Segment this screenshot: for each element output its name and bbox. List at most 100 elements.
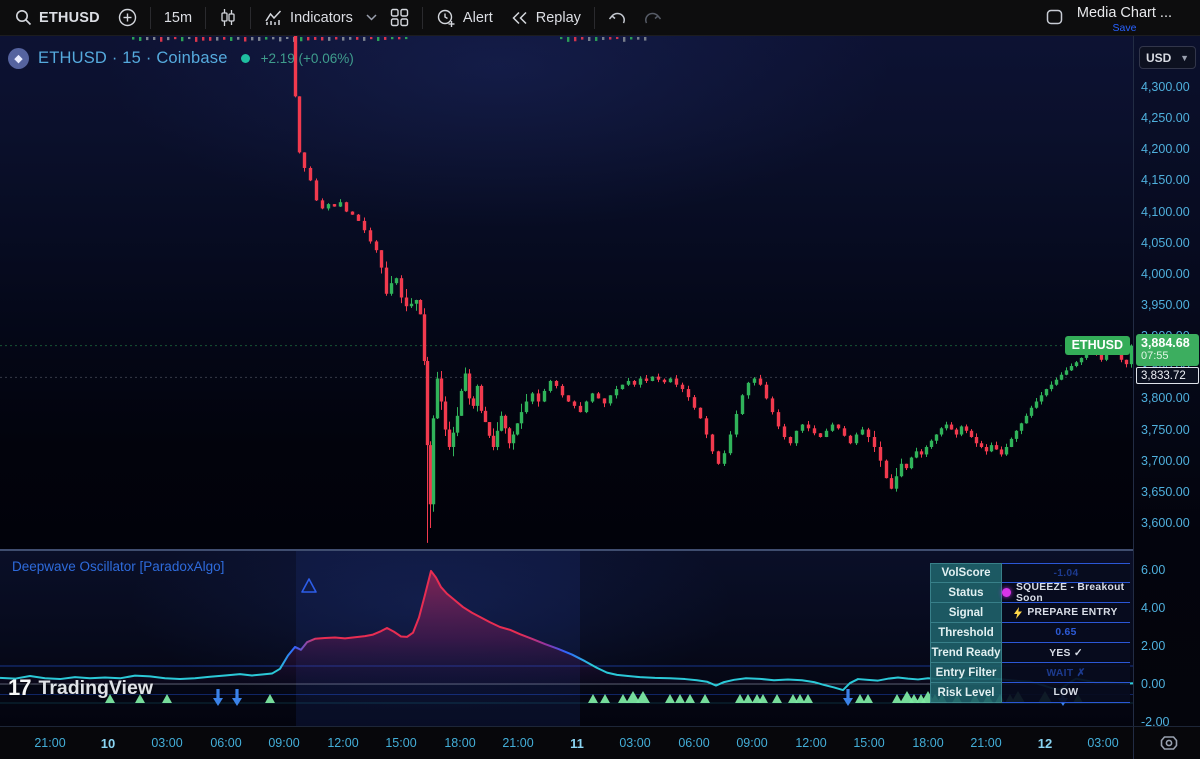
offscreen-candle-mark	[602, 37, 605, 41]
table-row-value: SQUEEZE - Breakout Soon	[1002, 582, 1130, 604]
offscreen-candle-mark	[258, 37, 261, 41]
oscillator-pane[interactable]: Deepwave Oscillator [ParadoxAlgo] VolSco…	[0, 551, 1133, 726]
oscillator-title[interactable]: Deepwave Oscillator [ParadoxAlgo]	[12, 559, 224, 574]
interval-button[interactable]: 15m	[155, 0, 201, 36]
candle-body	[989, 445, 994, 452]
alert-label: Alert	[462, 9, 493, 26]
candle-body	[848, 435, 853, 444]
candle-body	[491, 435, 496, 447]
bullish-triangle-marker	[162, 694, 172, 703]
bullish-triangle-marker	[600, 694, 610, 703]
candle-body	[632, 380, 637, 385]
toolbar-left-group: ETHUSD 15m Indicators Alert Replay	[0, 0, 671, 36]
axis-corner-divider	[1133, 727, 1134, 759]
candle-body	[515, 423, 520, 435]
candle-body	[451, 432, 456, 447]
chart-style-button[interactable]	[210, 0, 246, 36]
candle-body	[507, 428, 512, 444]
candle-body	[332, 204, 337, 207]
candle-body	[728, 434, 733, 454]
candle-body	[710, 434, 715, 452]
alert-button[interactable]: Alert	[427, 0, 502, 36]
candle-body	[362, 220, 367, 231]
indicators-button[interactable]: Indicators	[255, 0, 362, 36]
undo-button[interactable]	[599, 0, 635, 36]
candle-body	[698, 407, 703, 419]
compare-add-button[interactable]	[109, 0, 146, 36]
chart-legend[interactable]: ◆ ETHUSD · 15 · Coinbase +2.19 (+0.06%)	[8, 48, 354, 69]
layout-title-block: Media Chart ... Save	[1077, 5, 1172, 35]
candle-body	[1029, 407, 1034, 416]
replay-button[interactable]: Replay	[502, 0, 590, 36]
candle-body	[899, 463, 904, 477]
candle-body	[1069, 366, 1074, 371]
table-row: Status SQUEEZE - Breakout Soon	[930, 582, 1130, 604]
offscreen-candle-mark	[209, 37, 212, 41]
pane-resize-separator[interactable]	[0, 549, 1200, 551]
candle-body	[314, 180, 319, 201]
candle-body	[379, 250, 384, 268]
save-button[interactable]: Save	[1112, 22, 1136, 35]
table-row-label: Trend Ready	[930, 643, 1002, 663]
candle-body	[584, 401, 589, 413]
candle-body	[788, 437, 793, 444]
candle-body	[866, 429, 871, 438]
bullish-triangle-marker	[618, 694, 628, 703]
table-row-value-text: 0.65	[1055, 627, 1077, 638]
candle-body	[656, 376, 661, 380]
candle-body	[425, 361, 430, 446]
time-axis[interactable]: 21:00 10 03:00 06:00 09:00 12:00 15:00 18:00 21:…	[0, 726, 1200, 759]
offscreen-candle-mark	[160, 37, 163, 42]
candle-body	[414, 299, 419, 304]
redo-button[interactable]	[635, 0, 671, 36]
offscreen-candle-mark	[574, 37, 577, 42]
offscreen-candle-mark	[384, 37, 387, 40]
table-row-label: Risk Level	[930, 683, 1002, 703]
multichart-layout-button[interactable]	[381, 0, 418, 36]
main-chart-pane[interactable]: ◆ ETHUSD · 15 · Coinbase +2.19 (+0.06%) …	[0, 36, 1133, 550]
offscreen-candle-mark	[202, 37, 205, 41]
table-row-value-text: LOW	[1053, 687, 1079, 698]
offscreen-candle-mark	[370, 37, 373, 40]
table-row-value: WAIT ✗	[1002, 663, 1130, 683]
offscreen-candle-mark	[314, 37, 317, 40]
indicators-icon	[265, 9, 282, 25]
candle-body	[740, 395, 745, 414]
symbol-search-button[interactable]: ETHUSD	[6, 0, 109, 36]
candle-body	[836, 424, 841, 429]
time-label: 06:00	[210, 736, 242, 750]
candle-body	[1054, 379, 1059, 385]
layout-title[interactable]: Media Chart ...	[1077, 5, 1172, 22]
candle-body	[554, 380, 559, 386]
tradingview-app: ETHUSD 15m Indicators Alert Replay Media…	[0, 0, 1200, 759]
bullish-triangle-marker	[588, 694, 598, 703]
candle-body	[734, 413, 739, 435]
bearish-arrow-marker	[846, 689, 850, 698]
oscillator-tick-label: 6.00	[1141, 563, 1166, 577]
candle-body	[722, 453, 727, 464]
bullish-triangle-marker	[863, 694, 873, 703]
price-tick-label: 3,600.00	[1141, 515, 1190, 530]
candle-body	[443, 401, 448, 430]
plus-circle-icon	[118, 8, 137, 27]
candle-body	[422, 314, 427, 362]
candle-body	[1079, 357, 1084, 363]
candle-body	[1059, 374, 1064, 380]
candle-body	[1099, 354, 1104, 360]
bullish-triangle-marker	[735, 694, 745, 703]
bullish-triangle-marker	[892, 694, 902, 703]
candle-body	[626, 380, 631, 385]
time-label: 09:00	[736, 736, 768, 750]
currency-selector-button[interactable]: USD ▼	[1139, 46, 1196, 69]
chart-settings-button[interactable]	[1156, 731, 1182, 757]
layout-square-icon[interactable]	[1046, 9, 1063, 25]
price-axis[interactable]: USD ▼ 3,833.72 3,884.68 07:55 4,300.00 4,…	[1133, 36, 1200, 729]
candle-body	[418, 299, 423, 315]
candle-body	[399, 278, 404, 298]
table-row-label: Signal	[930, 603, 1002, 623]
indicator-templates-chevron[interactable]	[362, 0, 381, 36]
candle-body	[1064, 370, 1069, 375]
candle-body	[770, 398, 775, 413]
candle-body	[620, 384, 625, 390]
candle-body	[431, 418, 436, 505]
